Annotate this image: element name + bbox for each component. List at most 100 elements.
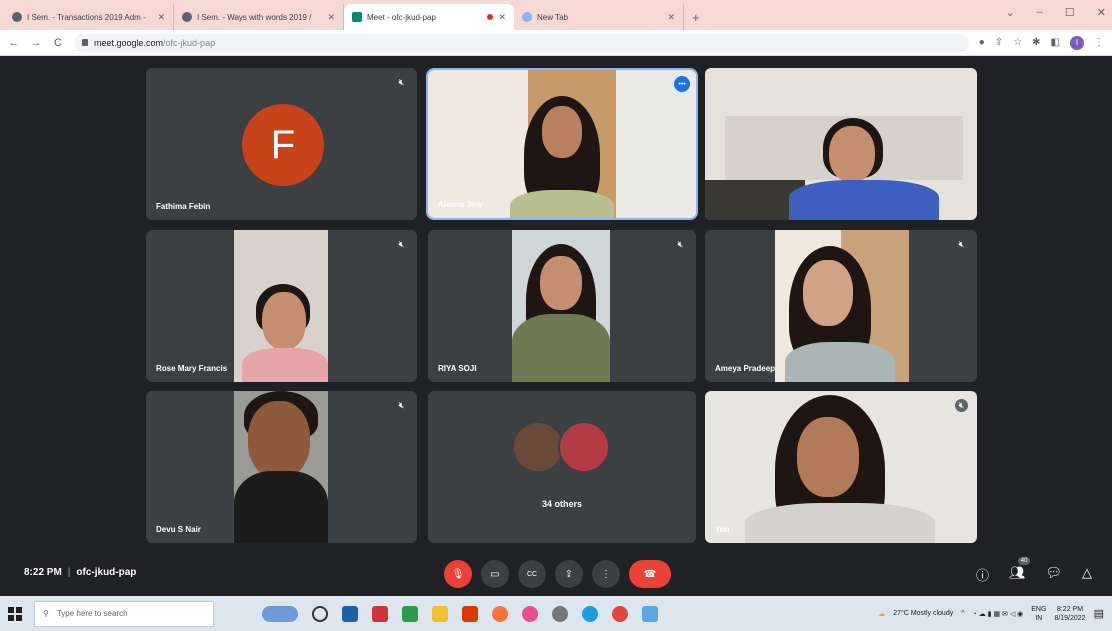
tab-close-icon[interactable]: ✕ (667, 12, 675, 23)
participant-name: You (715, 525, 730, 534)
weather-text[interactable]: 27°C Mostly cloudy (893, 610, 953, 617)
extensions-icon[interactable]: ✱ (1032, 37, 1040, 48)
browser-tab[interactable]: New Tab ✕ (514, 4, 684, 30)
mic-off-icon: 🔇︎ (398, 239, 405, 249)
meet-control-bar: 8:22 PM | ofc-jkud-pap 🎙 ▭ CC ⇪ ⋮ ☎ ⓘ 👥︎ 40… (0, 552, 1112, 596)
browser-tab[interactable]: I Sem. - Ways with words 2019 / ✕ (174, 4, 344, 30)
tab-label: New Tab (537, 12, 568, 22)
participant-tile[interactable]: 🔇︎ Ameya Pradeep (705, 230, 977, 382)
weather-icon[interactable]: ☁ (878, 610, 885, 618)
participant-avatar (558, 421, 610, 473)
participant-name: Ameya Pradeep (715, 364, 776, 373)
meeting-info: 8:22 PM | ofc-jkud-pap (24, 567, 136, 578)
tab-label: I Sem. - Transactions 2019 Adm - (27, 12, 146, 22)
edge-icon[interactable] (582, 605, 598, 622)
tray-icons[interactable]: ◔ ☁ ▮ ▦ ✉ ◁ ◉ (973, 610, 1024, 618)
participant-tile[interactable] (705, 68, 977, 220)
settings-icon[interactable] (552, 605, 568, 622)
reload-button[interactable]: C (52, 37, 64, 49)
participant-avatar: F (242, 104, 324, 186)
url-input[interactable]: meet.google.com/ofc-jkud-pap (74, 33, 969, 52)
profile-avatar[interactable]: I (1070, 35, 1084, 50)
mic-off-icon: 🔇︎ (955, 399, 968, 412)
task-view-icon[interactable] (312, 605, 328, 622)
photos-icon[interactable] (642, 605, 658, 622)
participant-name: Rose Mary Francis (156, 364, 228, 373)
captions-button[interactable]: CC (518, 560, 546, 588)
url-host: meet.google.com (94, 37, 164, 48)
leave-call-button[interactable]: ☎ (629, 560, 671, 588)
others-avatars (512, 421, 610, 473)
store-icon[interactable] (372, 605, 388, 622)
share-icon[interactable]: ⇧ (995, 37, 1003, 48)
news-widget-icon[interactable] (262, 605, 298, 622)
others-tile[interactable]: 34 others (428, 391, 696, 543)
participant-tile[interactable]: 🔇︎ Devu S Nair (146, 391, 417, 543)
browser-tab[interactable]: I Sem. - Transactions 2019 Adm - ✕ (4, 4, 174, 30)
minimize-button[interactable]: – (1037, 6, 1043, 19)
classroom-favicon-icon (182, 12, 192, 22)
participant-tile[interactable]: F 🔇︎ Fathima Febin (146, 68, 417, 220)
tab-label: Meet - ofc-jkud-pap (367, 12, 436, 22)
present-screen-button[interactable]: ⇪ (555, 560, 583, 588)
participant-tile[interactable]: 🔇︎ RIYA SOJI (428, 230, 696, 382)
chrome-favicon-icon (522, 12, 532, 22)
activities-button[interactable]: △ (1082, 565, 1092, 584)
participant-video (705, 68, 977, 220)
tray-chevron-icon[interactable]: ^ (961, 610, 964, 617)
chat-button[interactable]: 💬︎ (1045, 565, 1062, 584)
browser-tab-bar: I Sem. - Transactions 2019 Adm - ✕ I Sem… (0, 0, 1112, 30)
more-options-button[interactable]: ⋮ (592, 560, 620, 588)
forward-button[interactable]: → (30, 37, 42, 49)
mic-toggle-button[interactable]: 🎙 (444, 560, 472, 588)
participant-video (234, 230, 328, 382)
camera-in-use-icon[interactable]: ● (979, 37, 985, 48)
participant-tile[interactable]: ••• Aleena Jiny (426, 68, 698, 220)
tab-close-icon[interactable]: ✕ (327, 12, 335, 23)
camera-toggle-button[interactable]: ▭ (481, 560, 509, 588)
new-tab-button[interactable]: + (692, 10, 700, 25)
bookmark-star-icon[interactable]: ☆ (1013, 37, 1022, 48)
windows-taskbar: ⚲ Type here to search ☁ 27°C Mostly clou… (0, 596, 1112, 631)
self-tile[interactable]: 🔇︎ You (705, 391, 977, 543)
mic-off-icon: 🔇︎ (398, 77, 405, 87)
app-icon[interactable] (522, 605, 538, 622)
firefox-icon[interactable] (492, 605, 508, 622)
participant-tile[interactable]: 🔇︎ Rose Mary Francis (146, 230, 417, 382)
call-controls: 🎙 ▭ CC ⇪ ⋮ ☎ (444, 560, 671, 588)
meeting-info-separator: | (67, 567, 71, 578)
address-bar-row: ← → C meet.google.com/ofc-jkud-pap ● ⇧ ☆… (0, 30, 1112, 56)
taskbar-search-input[interactable]: ⚲ Type here to search (34, 600, 214, 627)
participant-video (428, 70, 696, 218)
back-button[interactable]: ← (8, 37, 20, 49)
office-icon[interactable] (462, 605, 478, 622)
tab-close-icon[interactable]: ✕ (498, 12, 506, 23)
language-indicator[interactable]: ENG IN (1031, 605, 1046, 623)
system-tray: ☁ 27°C Mostly cloudy ^ ◔ ☁ ▮ ▦ ✉ ◁ ◉ ENG… (878, 596, 1104, 631)
windows-start-icon[interactable] (8, 606, 22, 621)
meeting-details-button[interactable]: ⓘ (976, 565, 989, 584)
chrome-menu-icon[interactable]: ⋮ (1094, 37, 1104, 48)
sidepanel-icon[interactable]: ◧ (1051, 37, 1060, 48)
maximize-button[interactable]: ☐ (1065, 6, 1075, 19)
close-window-button[interactable]: ✕ (1097, 6, 1106, 19)
participant-name: Devu S Nair (156, 525, 201, 534)
teams-icon[interactable] (402, 605, 418, 622)
mail-icon[interactable] (342, 605, 358, 622)
classroom-favicon-icon (12, 12, 22, 22)
speaking-indicator-icon: ••• (674, 76, 690, 92)
participant-count-badge: 40 (1017, 557, 1031, 565)
chrome-icon[interactable] (612, 605, 628, 622)
people-button[interactable]: 👥︎ 40 (1009, 557, 1031, 584)
browser-tab-active[interactable]: Meet - ofc-jkud-pap ✕ (344, 4, 514, 30)
taskbar-clock[interactable]: 8:22 PM 8/19/2022 (1054, 605, 1085, 623)
notifications-icon[interactable]: ▤ (1094, 607, 1104, 620)
others-count-label: 34 others (541, 499, 583, 509)
participant-name: Fathima Febin (156, 202, 211, 211)
file-explorer-icon[interactable] (432, 605, 448, 622)
tab-close-icon[interactable]: ✕ (157, 12, 165, 23)
search-icon: ⚲ (43, 609, 49, 618)
url-path: /ofc-jkud-pap (163, 37, 216, 48)
tab-search-button[interactable]: ⌄ (1006, 6, 1015, 19)
window-controls: ⌄ – ☐ ✕ (1006, 6, 1106, 19)
